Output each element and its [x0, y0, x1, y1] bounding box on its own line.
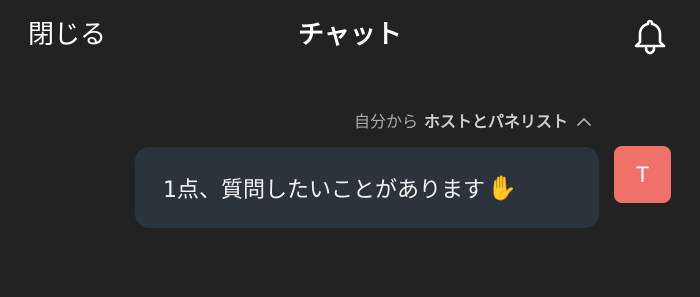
chat-message-bubble: 1点、質問したいことがあります ✋	[135, 147, 599, 228]
chat-header: 閉じる チャット	[0, 0, 700, 72]
avatar: T	[614, 146, 671, 203]
raised-hand-emoji: ✋	[487, 173, 517, 202]
recipient-label: ホストとパネリスト	[423, 112, 568, 131]
close-button[interactable]: 閉じる	[28, 18, 106, 52]
avatar-initial: T	[635, 161, 650, 187]
message-text: 1点、質問したいことがあります	[163, 177, 485, 203]
sender-label: 自分から	[353, 112, 418, 131]
chevron-up-icon[interactable]	[576, 113, 592, 133]
bell-icon[interactable]	[630, 16, 670, 56]
message-recipient-info: 自分から ホストとパネリスト	[354, 112, 592, 133]
